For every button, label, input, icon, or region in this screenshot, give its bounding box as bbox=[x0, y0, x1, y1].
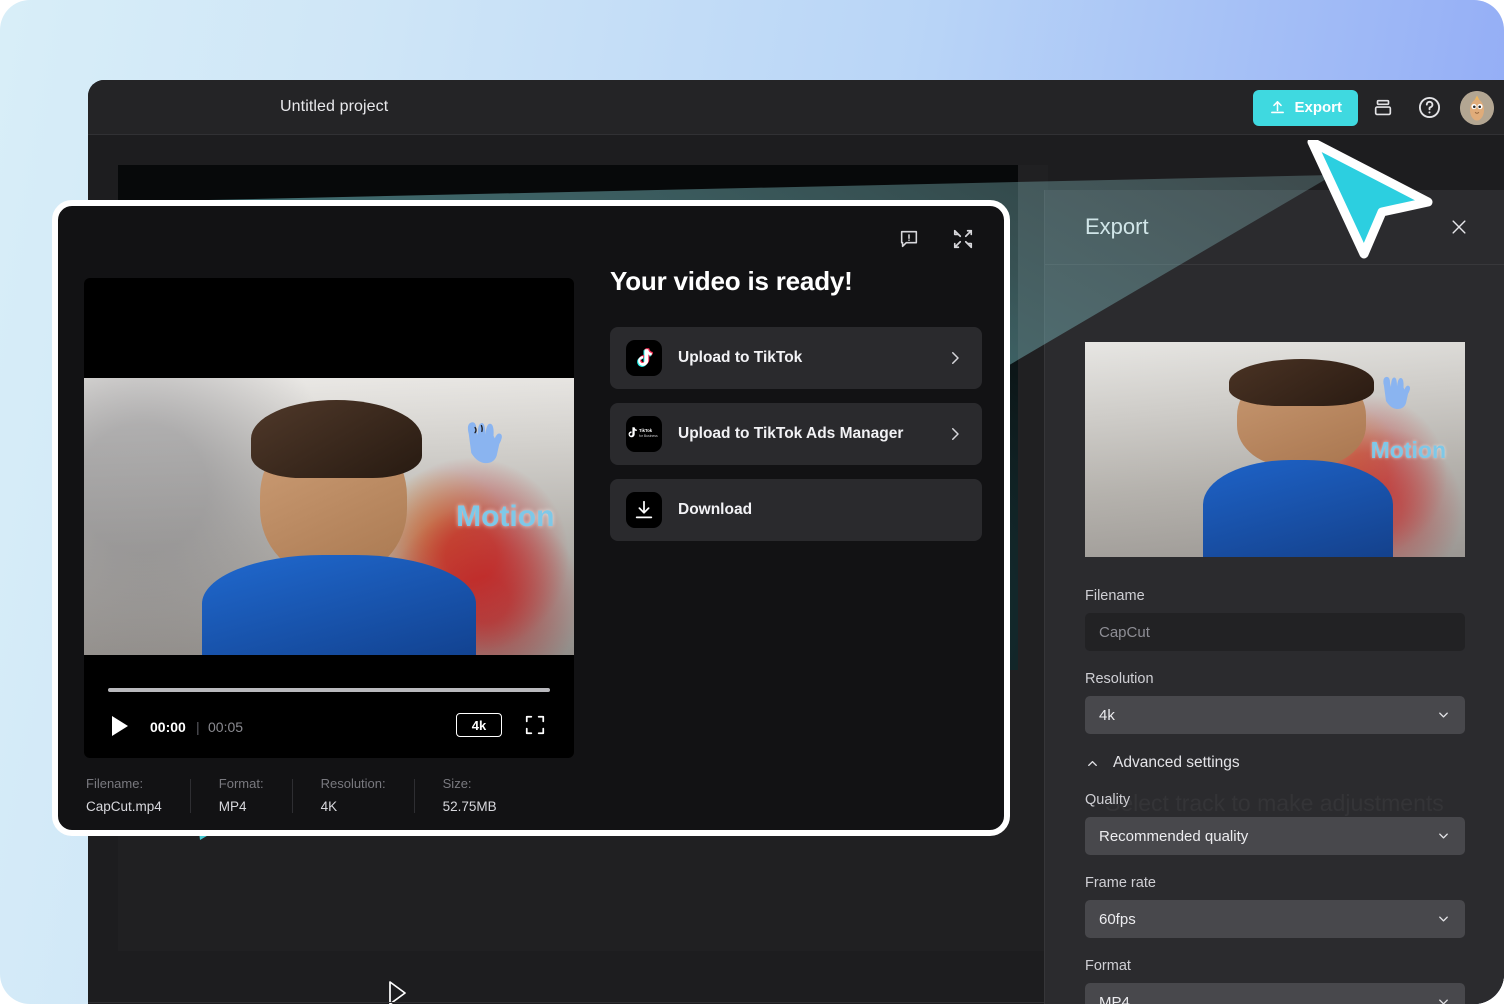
export-ready-modal: Motion 00:00 | 00:05 4k Filename: CapCut… bbox=[52, 200, 1010, 836]
action-label: Upload to TikTok Ads Manager bbox=[678, 425, 904, 442]
time-separator: | bbox=[196, 719, 200, 735]
meta-value: CapCut.mp4 bbox=[86, 799, 162, 814]
resolution-label: Resolution bbox=[1085, 671, 1154, 687]
titlebar-actions: Export bbox=[1253, 80, 1494, 135]
chevron-down-icon bbox=[1436, 708, 1451, 723]
divider bbox=[291, 779, 293, 813]
quality-value: Recommended quality bbox=[1099, 827, 1249, 845]
download-icon bbox=[626, 492, 662, 528]
thumbnail-shirt bbox=[1202, 460, 1393, 557]
meta-item: Resolution: 4K bbox=[321, 776, 414, 814]
upload-to-tiktok-ads-manager-button[interactable]: TikTok for Business Upload to TikTok Ads… bbox=[610, 403, 982, 465]
tiktok-business-icon: TikTok for Business bbox=[626, 416, 662, 452]
meta-value: 52.75MB bbox=[442, 799, 497, 814]
titlebar: Untitled project Export bbox=[88, 80, 1504, 135]
close-button[interactable] bbox=[1444, 212, 1474, 242]
framerate-label: Frame rate bbox=[1085, 875, 1156, 891]
chevron-down-icon bbox=[1436, 829, 1451, 844]
resolution-select[interactable]: 4k bbox=[1085, 696, 1465, 734]
progress-bar[interactable] bbox=[108, 688, 550, 692]
framerate-select[interactable]: 60fps bbox=[1085, 900, 1465, 938]
chevron-down-icon bbox=[1436, 995, 1451, 1004]
video-hair bbox=[250, 400, 423, 478]
export-metadata: Filename: CapCut.mp4 Format: MP4 Resolut… bbox=[86, 776, 525, 814]
layers-icon-button[interactable] bbox=[1362, 87, 1404, 129]
export-button[interactable]: Export bbox=[1253, 89, 1358, 126]
fullscreen-icon bbox=[524, 714, 550, 736]
video-overlay-text: Motion bbox=[1370, 436, 1446, 463]
export-panel-header: Export bbox=[1045, 190, 1504, 265]
help-circle-icon bbox=[1417, 95, 1442, 120]
tiktok-icon bbox=[626, 340, 662, 376]
collapse-icon bbox=[952, 228, 974, 250]
hand-sticker-icon bbox=[458, 411, 510, 472]
close-icon bbox=[1449, 217, 1469, 237]
page-root: Untitled project Export Export Motion Fi… bbox=[0, 0, 1504, 1004]
meta-item: Filename: CapCut.mp4 bbox=[86, 776, 190, 814]
chevron-up-icon bbox=[1085, 756, 1100, 771]
layers-icon bbox=[1372, 97, 1394, 119]
resolution-value: 4k bbox=[1099, 706, 1115, 724]
chevron-down-icon bbox=[1436, 912, 1451, 927]
modal-header-icons bbox=[892, 222, 980, 256]
play-outline-icon[interactable] bbox=[386, 980, 410, 1004]
meta-key: Resolution: bbox=[320, 776, 386, 791]
framerate-value: 60fps bbox=[1099, 910, 1136, 928]
export-preview-thumbnail: Motion bbox=[1085, 342, 1465, 557]
export-panel: Export Motion Filename CapCut Resolution… bbox=[1044, 190, 1504, 1004]
upload-icon bbox=[1269, 99, 1286, 116]
format-label: Format bbox=[1085, 958, 1131, 974]
user-avatar-icon bbox=[1460, 90, 1494, 125]
modal-actions-column: Your video is ready! Upload to TikTok Ti… bbox=[610, 266, 984, 555]
play-button[interactable] bbox=[110, 714, 132, 738]
advanced-settings-toggle[interactable]: Advanced settings bbox=[1085, 754, 1465, 772]
meta-value: MP4 bbox=[218, 799, 247, 814]
format-select[interactable]: MP4 bbox=[1085, 983, 1465, 1004]
meta-key: Size: bbox=[442, 776, 472, 791]
export-panel-title: Export bbox=[1085, 214, 1149, 239]
format-value: MP4 bbox=[1099, 993, 1130, 1004]
meta-item: Format: MP4 bbox=[219, 776, 292, 814]
feedback-icon bbox=[898, 228, 920, 250]
feedback-button[interactable] bbox=[892, 222, 926, 256]
total-time: 00:05 bbox=[208, 719, 244, 735]
video-shirt bbox=[201, 555, 476, 655]
meta-value: 4K bbox=[320, 799, 338, 814]
chevron-right-icon bbox=[946, 425, 964, 443]
upload-to-tiktok-button[interactable]: Upload to TikTok bbox=[610, 327, 982, 389]
help-button[interactable] bbox=[1408, 87, 1450, 129]
export-settings-form: Filename Resolution 4k Advanced settin bbox=[1085, 588, 1465, 1004]
play-icon bbox=[110, 715, 130, 737]
action-label: Download bbox=[678, 501, 753, 518]
chevron-right-icon bbox=[946, 349, 964, 367]
meta-key: Format: bbox=[218, 776, 264, 791]
quality-label: Quality bbox=[1085, 792, 1131, 808]
hand-sticker-icon bbox=[1376, 368, 1416, 417]
svg-text:TikTok: TikTok bbox=[639, 428, 653, 433]
video-overlay-text: Motion bbox=[456, 499, 555, 533]
divider bbox=[189, 779, 191, 813]
current-time: 00:00 bbox=[150, 719, 186, 735]
resolution-badge[interactable]: 4k bbox=[456, 713, 502, 737]
meta-item: Size: 52.75MB bbox=[443, 776, 525, 814]
divider bbox=[413, 779, 415, 813]
page-title: Untitled project bbox=[280, 98, 389, 115]
advanced-settings-label: Advanced settings bbox=[1113, 754, 1240, 771]
filename-input[interactable] bbox=[1085, 613, 1465, 651]
meta-key: Filename: bbox=[86, 776, 144, 791]
video-surface: Motion bbox=[84, 378, 574, 655]
video-player: Motion 00:00 | 00:05 4k bbox=[84, 278, 574, 758]
avatar[interactable] bbox=[1460, 90, 1494, 125]
export-button-label: Export bbox=[1294, 99, 1342, 116]
svg-text:for Business: for Business bbox=[639, 434, 658, 438]
modal-heading: Your video is ready! bbox=[610, 266, 853, 296]
filename-label: Filename bbox=[1085, 588, 1145, 604]
fullscreen-button[interactable] bbox=[524, 712, 550, 738]
collapse-button[interactable] bbox=[946, 222, 980, 256]
player-controls: 00:00 | 00:05 4k bbox=[84, 668, 574, 758]
thumbnail-hair bbox=[1229, 359, 1374, 407]
action-label: Upload to TikTok bbox=[678, 349, 803, 366]
download-button[interactable]: Download bbox=[610, 479, 982, 541]
quality-select[interactable]: Recommended quality bbox=[1085, 817, 1465, 855]
